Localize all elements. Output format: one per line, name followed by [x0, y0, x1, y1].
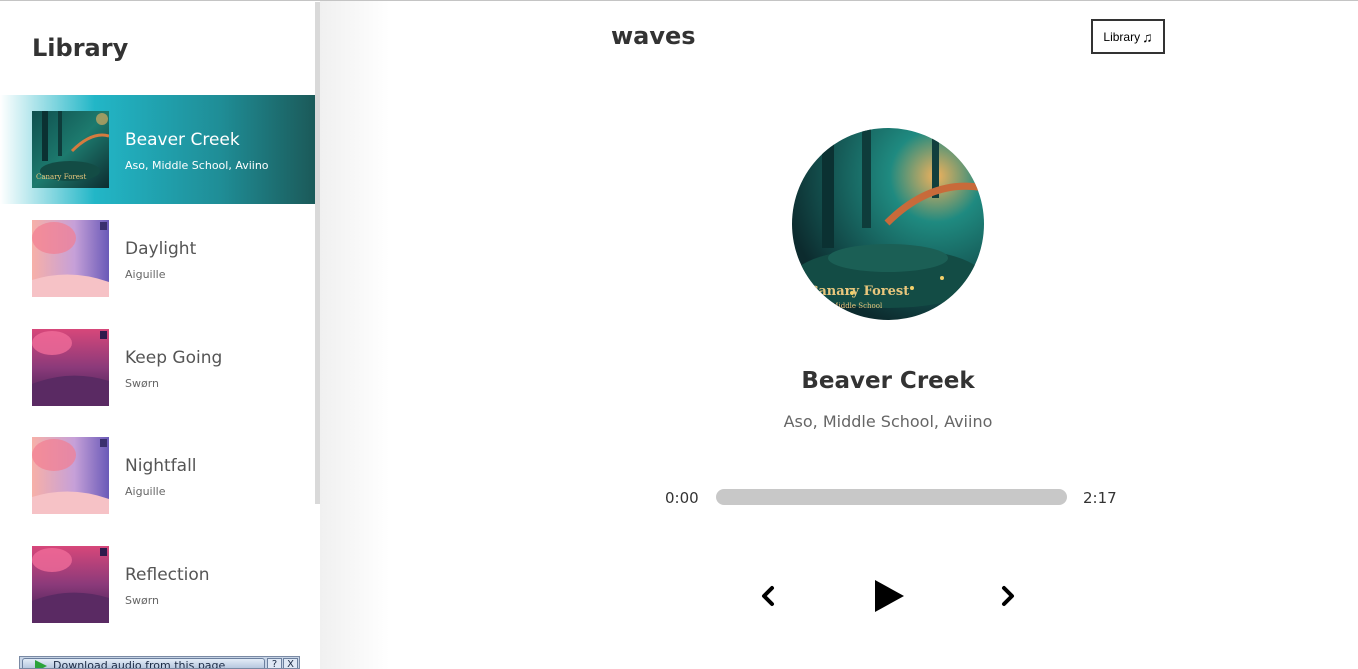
music-note-icon: ♫	[1142, 28, 1153, 45]
total-time: 2:17	[1083, 489, 1117, 507]
play-button[interactable]	[870, 578, 906, 614]
library-toggle-button[interactable]: Library ♫	[1091, 19, 1165, 54]
album-art-thumbnail	[32, 220, 109, 297]
chevron-left-icon	[762, 586, 774, 606]
download-audio-button[interactable]: Download audio from this page	[22, 658, 265, 669]
cover-subtitle-text: Aso, Middle School	[813, 302, 883, 310]
album-cover: Canary Forest Aso, Middle School	[792, 128, 984, 320]
next-track-button[interactable]	[996, 584, 1018, 608]
song-title: Daylight	[125, 239, 197, 259]
library-button-label: Library	[1103, 29, 1141, 44]
song-item-beaver-creek[interactable]: Canary Forest Beaver Creek Aso, Middle S…	[0, 95, 316, 204]
current-time: 0:00	[665, 489, 699, 507]
album-art-thumbnail	[32, 437, 109, 514]
progress-slider[interactable]	[716, 489, 1067, 505]
library-sidebar: Library Canary Forest Beaver Creek Aso, …	[0, 1, 320, 669]
app-title: waves	[611, 22, 696, 50]
download-audio-label: Download audio from this page	[53, 659, 226, 669]
song-title: Nightfall	[125, 456, 197, 476]
song-artist: Aiguille	[125, 268, 166, 281]
now-playing-artist: Aso, Middle School, Aviino	[783, 412, 993, 431]
album-art-thumbnail	[32, 329, 109, 406]
previous-track-button[interactable]	[758, 584, 780, 608]
song-title: Reflection	[125, 565, 210, 585]
song-item-nightfall[interactable]: Nightfall Aiguille	[0, 421, 316, 530]
song-artist: Swørn	[125, 377, 160, 390]
album-art-thumbnail: Canary Forest	[32, 111, 109, 188]
thumbnail-title-text: Canary Forest	[36, 173, 87, 181]
song-artist: Aiguille	[125, 485, 166, 498]
chevron-right-icon	[1002, 586, 1014, 606]
download-audio-bar: Download audio from this page ? X	[19, 656, 300, 669]
song-item-keep-going[interactable]: Keep Going Swørn	[0, 313, 316, 422]
song-artist: Aso, Middle School, Aviino	[125, 159, 269, 172]
song-title: Beaver Creek	[125, 130, 240, 150]
sidebar-shadow	[320, 1, 390, 669]
cover-title-text: Canary Forest	[808, 284, 909, 299]
play-icon	[875, 580, 904, 612]
play-icon	[35, 660, 47, 668]
song-artist: Swørn	[125, 594, 160, 607]
song-title: Keep Going	[125, 348, 223, 368]
close-button[interactable]: X	[283, 658, 298, 668]
album-art-thumbnail	[32, 546, 109, 623]
help-button[interactable]: ?	[267, 658, 282, 668]
song-item-daylight[interactable]: Daylight Aiguille	[0, 204, 316, 313]
song-item-reflection[interactable]: Reflection Swørn	[0, 530, 316, 639]
library-title: Library	[32, 34, 129, 62]
now-playing-title: Beaver Creek	[801, 368, 975, 394]
